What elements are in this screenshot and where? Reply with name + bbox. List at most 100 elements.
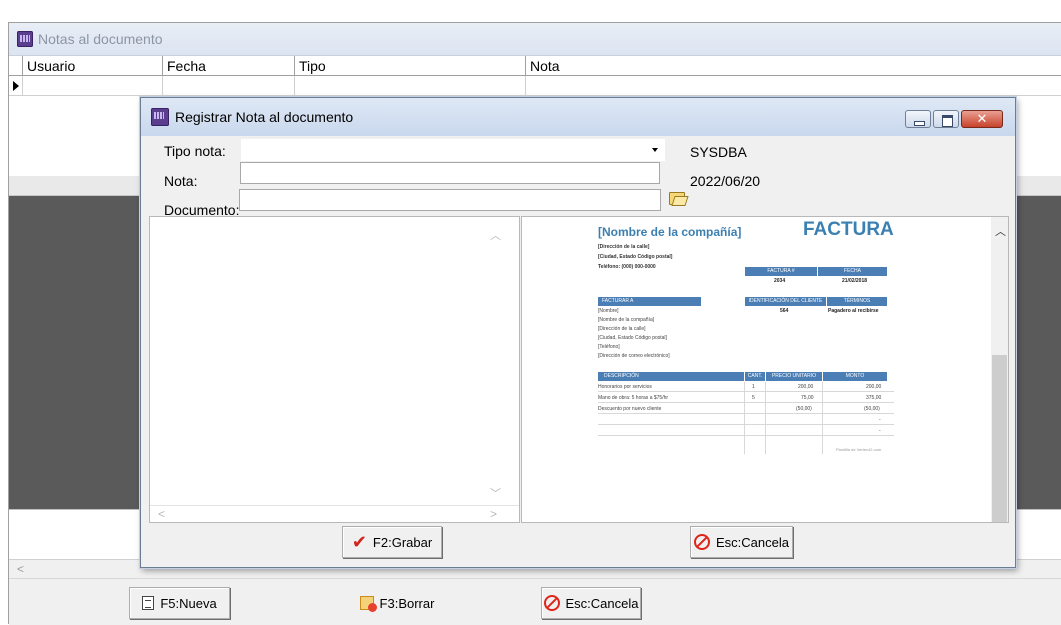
scroll-left-icon[interactable]: < bbox=[17, 562, 24, 576]
scroll-left-icon[interactable]: < bbox=[158, 507, 165, 521]
row-qty: 5 bbox=[752, 395, 755, 401]
invoice-company-name: [Nombre de la compañía] bbox=[598, 225, 742, 239]
tipo-nota-select[interactable] bbox=[241, 139, 665, 161]
scrollbar-thumb[interactable] bbox=[992, 355, 1007, 522]
column-header-fecha[interactable]: Fecha bbox=[163, 56, 295, 76]
row-amount: 375,00 bbox=[866, 395, 882, 401]
delete-icon bbox=[359, 596, 377, 612]
invoice-date: 21/02/2018 bbox=[842, 278, 868, 284]
bill-to-line: [Teléfono] bbox=[598, 344, 620, 350]
checkmark-icon: ✔ bbox=[351, 532, 367, 552]
outer-window-title: Notas al documento bbox=[38, 31, 163, 47]
preview-vertical-scrollbar[interactable]: ︿ bbox=[991, 217, 1008, 522]
invoice-title: FACTURA bbox=[803, 219, 894, 240]
note-text-area[interactable]: ︿ ﹀ < > bbox=[149, 216, 520, 523]
bill-to-line: [Ciudad, Estado Código postal] bbox=[598, 335, 667, 341]
table-row: - bbox=[598, 426, 894, 436]
row-amount: (50,00) bbox=[864, 406, 880, 412]
date-value: 2022/06/20 bbox=[690, 173, 761, 189]
row-description: Descuento por nuevo cliente bbox=[598, 406, 662, 412]
open-folder-icon[interactable] bbox=[669, 192, 685, 205]
bill-to-line: [Dirección de correo electrónico] bbox=[598, 353, 670, 359]
column-header-tipo[interactable]: Tipo bbox=[295, 56, 526, 76]
new-note-button-label: F5:Nueva bbox=[160, 595, 217, 611]
scroll-down-icon[interactable]: ﹀ bbox=[490, 485, 501, 501]
memo-horizontal-scrollbar[interactable]: < > bbox=[150, 505, 519, 522]
cell-fecha[interactable] bbox=[163, 76, 295, 96]
cell-usuario[interactable] bbox=[23, 76, 163, 96]
invoice-address-line: Teléfono: (000) 000-0000 bbox=[598, 264, 656, 270]
dialog-button-bar: ✔ F2:Grabar Esc:Cancela bbox=[149, 524, 1009, 561]
maximize-button[interactable] bbox=[933, 110, 959, 128]
close-button[interactable]: ✕ bbox=[961, 110, 1003, 128]
chevron-down-icon[interactable] bbox=[652, 148, 658, 152]
invoice-address-line: [Dirección de la calle] bbox=[598, 244, 650, 250]
dialog-title-bar[interactable]: Registrar Nota al documento ✕ bbox=[141, 98, 1015, 136]
delete-note-button[interactable]: F3:Borrar bbox=[347, 587, 447, 619]
table-header-amount: MONTO bbox=[823, 372, 887, 381]
invoice-date-header: FECHA bbox=[818, 267, 887, 276]
documento-input[interactable] bbox=[239, 189, 661, 211]
row-unit-price: 200,00 bbox=[798, 384, 814, 390]
column-header-usuario[interactable]: Usuario bbox=[23, 56, 163, 76]
row-unit-price: (50,00) bbox=[796, 406, 812, 412]
grid-header: Usuario Fecha Tipo Nota bbox=[9, 56, 1061, 76]
save-button[interactable]: ✔ F2:Grabar bbox=[342, 526, 442, 558]
outer-title-bar: Notas al documento bbox=[9, 23, 1061, 56]
invoice-footer: Plantilla de Vertex42.com bbox=[836, 447, 882, 452]
invoice-address-line: [Ciudad, Estado Código postal] bbox=[598, 254, 673, 260]
table-row: Honorarios por servicios 1 200,00 200,00 bbox=[598, 382, 894, 392]
minimize-button[interactable] bbox=[905, 110, 931, 128]
scroll-up-icon[interactable]: ︿ bbox=[490, 227, 501, 243]
nota-input[interactable] bbox=[240, 162, 660, 184]
nota-label: Nota: bbox=[164, 173, 198, 189]
client-id-header: IDENTIFICACIÓN DEL CLIENTE bbox=[745, 297, 826, 306]
register-note-dialog: Registrar Nota al documento ✕ Tipo nota:… bbox=[140, 97, 1016, 568]
delete-note-button-label: F3:Borrar bbox=[379, 595, 435, 611]
cancel-icon bbox=[543, 595, 560, 611]
table-header-description: DESCRIPCIÓN bbox=[598, 372, 744, 381]
row-qty: 1 bbox=[752, 384, 755, 390]
dialog-cancel-button[interactable]: Esc:Cancela bbox=[690, 526, 793, 558]
table-row: - bbox=[598, 415, 894, 425]
bill-to-line: [Nombre] bbox=[598, 308, 619, 314]
tipo-nota-label: Tipo nota: bbox=[164, 143, 226, 159]
new-note-button[interactable]: F5:Nueva bbox=[129, 587, 230, 619]
dialog-cancel-button-label: Esc:Cancela bbox=[716, 534, 789, 550]
table-row: Descuento por nuevo cliente (50,00) (50,… bbox=[598, 404, 894, 414]
invoice-number: 2034 bbox=[774, 278, 786, 284]
document-preview[interactable]: [Nombre de la compañía] FACTURA [Direcci… bbox=[521, 216, 1009, 523]
terms-value: Pagadero al recibirse bbox=[828, 308, 879, 314]
row-description: Honorarios por servicios bbox=[598, 384, 652, 390]
scroll-right-icon[interactable]: > bbox=[490, 507, 497, 521]
row-amount: - bbox=[879, 417, 881, 423]
invoice-image: [Nombre de la compañía] FACTURA [Direcci… bbox=[596, 217, 896, 457]
terms-header: TÉRMINOS bbox=[827, 297, 887, 306]
cell-nota[interactable] bbox=[526, 76, 1061, 96]
client-id: 564 bbox=[780, 308, 789, 314]
bottom-button-bar: F5:Nueva F3:Borrar Esc:Cancela bbox=[9, 578, 1061, 625]
cancel-icon bbox=[694, 534, 710, 550]
row-unit-price: 75,00 bbox=[801, 395, 814, 401]
new-document-icon bbox=[142, 596, 155, 610]
cell-tipo[interactable] bbox=[295, 76, 526, 96]
row-description: Mano de obra: 5 horas a $75/hr bbox=[598, 395, 669, 401]
outer-cancel-button-label: Esc:Cancela bbox=[565, 595, 639, 611]
bill-to-header: FACTURAR A bbox=[598, 297, 701, 306]
row-amount: - bbox=[879, 428, 881, 434]
app-icon bbox=[17, 31, 33, 47]
header-indicator-cell bbox=[9, 56, 23, 76]
table-header-qty: CANT. bbox=[745, 372, 765, 381]
current-row-indicator-icon bbox=[9, 76, 23, 96]
user-value: SYSDBA bbox=[690, 144, 747, 160]
outer-cancel-button[interactable]: Esc:Cancela bbox=[541, 587, 641, 619]
save-button-label: F2:Grabar bbox=[372, 534, 433, 550]
column-header-nota[interactable]: Nota bbox=[526, 56, 1061, 76]
table-header-unit-price: PRECIO UNITARIO bbox=[766, 372, 822, 381]
table-row: Mano de obra: 5 horas a $75/hr 5 75,00 3… bbox=[598, 393, 894, 403]
window-controls: ✕ bbox=[905, 110, 1003, 128]
scroll-up-icon[interactable]: ︿ bbox=[995, 223, 1006, 239]
table-row[interactable] bbox=[9, 76, 1061, 96]
app-icon bbox=[151, 108, 169, 126]
row-amount: 200,00 bbox=[866, 384, 882, 390]
